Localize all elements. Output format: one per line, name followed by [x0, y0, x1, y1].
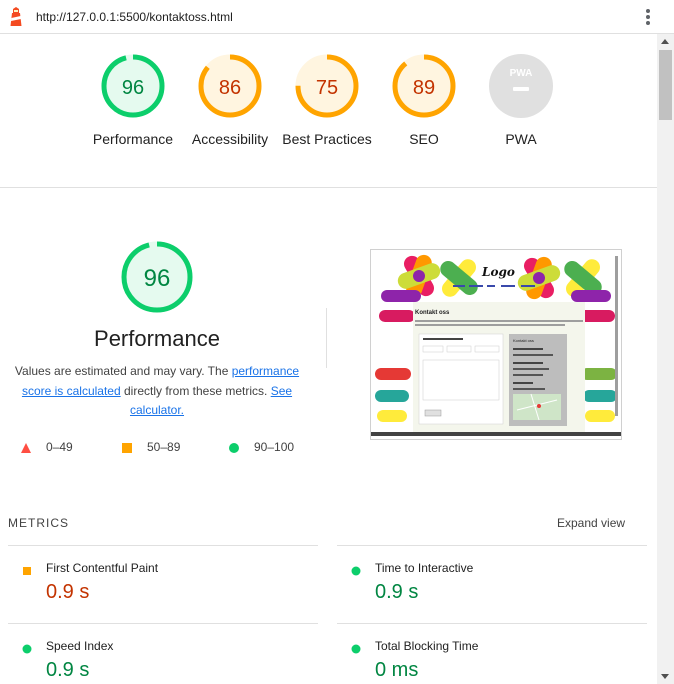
circle-icon — [351, 566, 361, 576]
square-icon — [23, 567, 31, 575]
category-gauge-best-practices[interactable]: 75 Best Practices — [278, 53, 376, 149]
performance-description: Values are estimated and may vary. The p… — [10, 362, 304, 421]
scrollbar[interactable] — [657, 34, 674, 684]
legend-fail: 0–49 — [20, 440, 80, 454]
triangle-icon — [21, 443, 31, 453]
category-gauge-performance[interactable]: 96 Performance — [84, 53, 182, 149]
circle-icon — [22, 644, 32, 654]
metric-name: Speed Index — [46, 639, 114, 653]
category-label: Best Practices — [282, 131, 372, 147]
category-gauge-seo[interactable]: 89 SEO — [375, 53, 473, 149]
category-score: 86 — [219, 77, 241, 99]
pwa-badge-text: PWA — [510, 68, 533, 79]
square-icon — [122, 443, 132, 453]
category-gauge-accessibility[interactable]: 86 Accessibility — [181, 53, 279, 149]
section-divider — [0, 187, 657, 188]
metric-value: 0.9 s — [46, 581, 90, 603]
performance-gauge-large: 96 — [121, 241, 193, 318]
metric-name: Time to Interactive — [375, 561, 474, 575]
lighthouse-icon — [10, 7, 22, 26]
metric-name: Total Blocking Time — [375, 639, 479, 653]
scroll-up-icon[interactable] — [661, 39, 669, 44]
category-label: SEO — [409, 131, 439, 147]
category-label: PWA — [505, 131, 537, 147]
page-screenshot[interactable]: Logo Kontakt oss Kontakt oss — [370, 249, 622, 440]
category-gauge-pwa[interactable]: PWA PWA — [472, 53, 570, 149]
scroll-down-icon[interactable] — [661, 674, 669, 679]
category-score: 96 — [122, 77, 144, 99]
metrics-divider — [8, 545, 318, 546]
legend-range: 90–100 — [254, 440, 295, 454]
screenshot-logo: Logo — [481, 265, 515, 279]
report-header: http://127.0.0.1:5500/kontaktoss.html — [0, 0, 674, 34]
metric-name: First Contentful Paint — [46, 561, 159, 575]
category-score: 75 — [316, 77, 338, 99]
metrics-title: METRICS — [8, 516, 69, 530]
legend-average: 50–89 — [121, 440, 191, 454]
legend-range: 50–89 — [147, 440, 181, 454]
expand-view-button[interactable]: Expand view — [557, 516, 625, 530]
metric-value: 0.9 s — [46, 659, 90, 681]
metric-value: 0 ms — [375, 659, 419, 681]
metrics-divider — [337, 623, 647, 624]
legend-range: 0–49 — [46, 440, 73, 454]
score-ring: 75 — [295, 54, 359, 118]
metrics-divider — [8, 623, 318, 624]
score-ring: 96 — [101, 54, 165, 118]
screenshot-heading: Kontakt oss — [415, 310, 450, 316]
performance-score-large: 96 — [144, 265, 171, 292]
description-text: Values are estimated and may vary. The — [14, 364, 232, 378]
screenshot-sidebar-title: Kontakt oss — [513, 338, 534, 343]
report-url: http://127.0.0.1:5500/kontaktoss.html — [36, 10, 233, 24]
category-label: Accessibility — [191, 131, 269, 147]
circle-icon — [229, 443, 239, 453]
score-ring: 86 — [198, 54, 262, 118]
pwa-badge-icon: PWA — [489, 54, 553, 118]
category-score: 89 — [413, 77, 435, 99]
score-ring: 89 — [392, 54, 456, 118]
circle-icon — [351, 644, 361, 654]
scroll-thumb[interactable] — [659, 50, 672, 120]
metrics-divider — [337, 545, 647, 546]
vertical-divider — [326, 308, 327, 368]
more-options-icon[interactable] — [641, 9, 655, 27]
description-text-2: directly from these metrics. — [120, 383, 271, 398]
performance-title: Performance — [94, 326, 220, 351]
legend-pass: 90–100 — [228, 440, 308, 454]
metric-value: 0.9 s — [375, 581, 419, 603]
category-label: Performance — [92, 131, 174, 147]
